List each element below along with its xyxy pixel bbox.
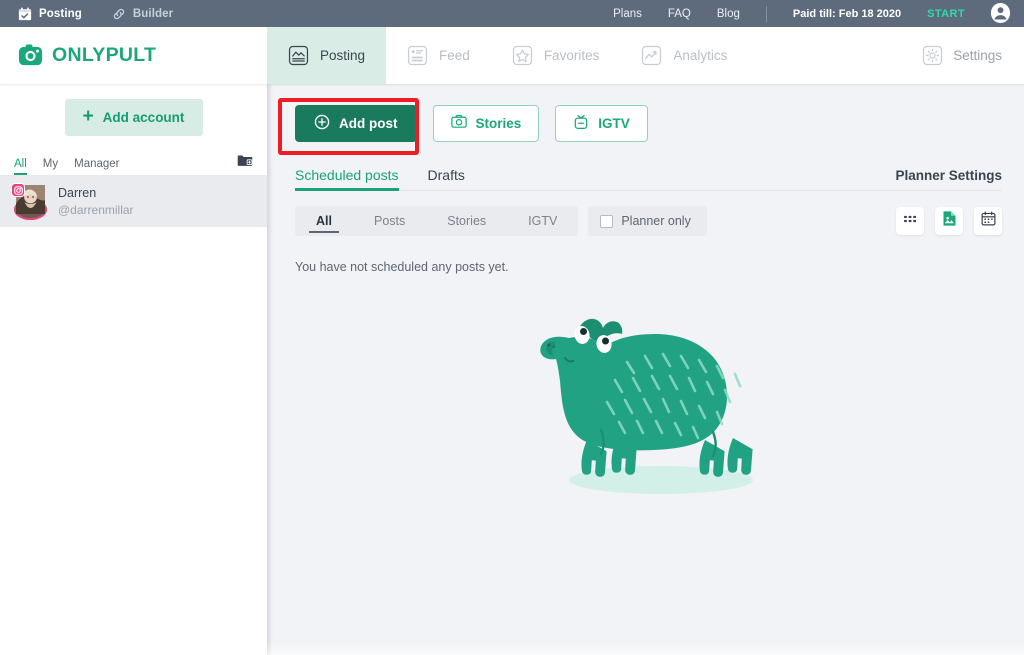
tab-analytics[interactable]: Analytics (620, 27, 748, 84)
plus-icon: + (82, 106, 94, 127)
igtv-button[interactable]: IGTV (555, 104, 648, 142)
tab-settings[interactable]: Settings (922, 27, 1024, 84)
stories-label: Stories (475, 115, 522, 131)
user-circle-icon (991, 2, 1010, 25)
igtv-label: IGTV (598, 115, 630, 131)
link-chain-icon (112, 7, 126, 21)
capybara-illustration (295, 280, 1002, 510)
tab-settings-label: Settings (953, 48, 1002, 63)
filter-posts[interactable]: Posts (353, 206, 426, 236)
account-info: Darren @darrenmillar (58, 185, 134, 218)
topbar-link-faq[interactable]: FAQ (668, 8, 691, 20)
bottom-fade (267, 641, 1024, 655)
tab-scheduled-posts[interactable]: Scheduled posts (295, 167, 399, 191)
filter-igtv[interactable]: IGTV (507, 206, 578, 236)
igtv-icon (573, 114, 589, 133)
top-utility-bar: Posting Builder Plans FAQ Blog Paid till… (0, 0, 1024, 27)
planner-settings-link[interactable]: Planner Settings (895, 168, 1002, 190)
subscription-status: Paid till: Feb 18 2020 (792, 7, 902, 20)
main-inner: Add post Stories IGTV Scheduled posts Dr… (267, 84, 1024, 510)
view-mode-switcher (896, 207, 1002, 235)
topbar-item-posting-label: Posting (39, 7, 82, 20)
avatar-image (14, 185, 47, 221)
filter-all[interactable]: All (295, 206, 353, 236)
gear-icon (922, 45, 943, 66)
add-account-label: Add account (102, 110, 185, 125)
sidebar-filter-all[interactable]: All (14, 158, 27, 175)
user-account-button[interactable] (991, 2, 1010, 25)
calendar-icon (981, 211, 996, 231)
add-account-container: + Add account (0, 84, 267, 136)
planner-only-toggle[interactable]: Planner only (588, 206, 707, 236)
tab-drafts[interactable]: Drafts (428, 167, 465, 190)
feed-list-icon (407, 45, 428, 66)
planner-only-checkbox[interactable] (600, 214, 614, 228)
view-calendar-button[interactable] (974, 207, 1002, 235)
brand-name: ONLYPULT (52, 44, 157, 66)
onlypult-app-window: Posting Builder Plans FAQ Blog Paid till… (0, 0, 1024, 655)
brand-logo[interactable]: ONLYPULT (0, 27, 267, 84)
main-content: Add post Stories IGTV Scheduled posts Dr… (267, 84, 1024, 655)
view-list-button[interactable] (935, 207, 963, 235)
star-frame-icon (512, 45, 533, 66)
view-grid-button[interactable] (896, 207, 924, 235)
chart-frame-icon (288, 45, 309, 66)
add-account-button[interactable]: + Add account (64, 99, 203, 136)
folder-add-icon[interactable] (237, 154, 253, 172)
document-image-icon (942, 210, 957, 232)
add-post-button[interactable]: Add post (295, 104, 417, 142)
account-list: Darren @darrenmillar (0, 176, 267, 228)
tab-posting[interactable]: Posting (267, 27, 387, 84)
tab-analytics-label: Analytics (673, 48, 728, 63)
accounts-sidebar: + Add account All My Manager Darren @dar… (0, 84, 267, 655)
topbar-item-builder[interactable]: Builder (112, 7, 173, 21)
account-name: Darren (58, 186, 97, 200)
avatar (11, 183, 47, 221)
topbar-link-plans[interactable]: Plans (613, 8, 642, 20)
topbar-item-builder-label: Builder (132, 7, 174, 20)
account-row-darren[interactable]: Darren @darrenmillar (0, 176, 267, 228)
topbar-divider (765, 5, 767, 22)
filter-toolbar: All Posts Stories IGTV Planner only (295, 206, 1002, 236)
content-tabs: Scheduled posts Drafts Planner Settings (295, 165, 1002, 191)
post-action-buttons: Add post Stories IGTV (295, 102, 1002, 144)
tab-favorites-label: Favorites (543, 48, 600, 63)
filter-stories[interactable]: Stories (426, 206, 507, 236)
topbar-item-posting[interactable]: Posting (18, 7, 82, 21)
sidebar-filter-manager[interactable]: Manager (74, 158, 119, 175)
add-post-label: Add post (339, 115, 398, 131)
instagram-camera-icon (18, 43, 43, 68)
instagram-badge-icon (11, 183, 25, 198)
tab-feed[interactable]: Feed (386, 27, 491, 84)
empty-state-message: You have not scheduled any posts yet. (295, 260, 509, 274)
tab-posting-label: Posting (320, 48, 366, 63)
topbar-link-blog[interactable]: Blog (717, 8, 740, 20)
topbar-left-nav: Posting Builder (0, 7, 173, 21)
plus-circle-icon (314, 114, 330, 133)
tab-feed-label: Feed (439, 48, 470, 63)
type-filter-segment: All Posts Stories IGTV (295, 206, 579, 236)
main-navigation-bar: ONLYPULT Posting Feed Favorites Analytic… (0, 27, 1024, 84)
account-handle: @darrenmillar (58, 202, 134, 217)
topbar-right-nav: Plans FAQ Blog Paid till: Feb 18 2020 ST… (613, 2, 1024, 25)
calendar-check-icon (18, 7, 32, 21)
grid-dots-icon (903, 212, 918, 230)
camera-icon (450, 114, 467, 132)
start-button[interactable]: START (927, 8, 965, 20)
planner-only-label: Planner only (621, 214, 691, 228)
trend-line-icon (641, 45, 662, 66)
vertical-scrollbar[interactable] (1020, 84, 1024, 655)
tab-favorites[interactable]: Favorites (491, 27, 621, 84)
sidebar-filter-my[interactable]: My (43, 158, 58, 175)
stories-button[interactable]: Stories (432, 104, 540, 142)
primary-tabs: Posting Feed Favorites Analytics (267, 27, 748, 84)
account-filter-tabs: All My Manager (0, 153, 267, 175)
app-body: + Add account All My Manager Darren @dar… (0, 84, 1024, 655)
